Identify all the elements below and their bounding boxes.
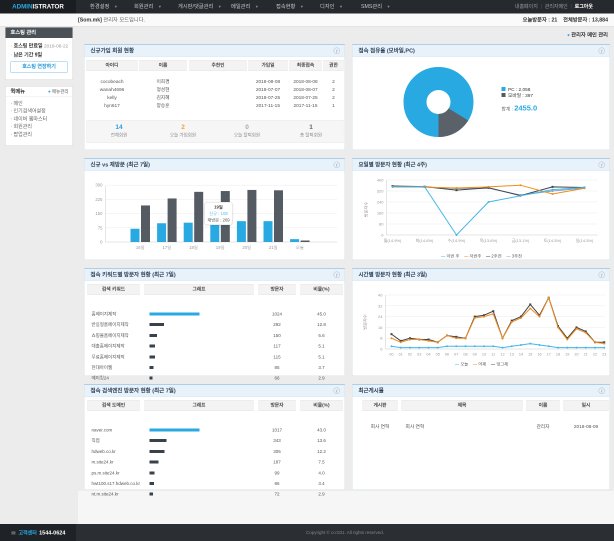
svg-text:21: 21	[584, 353, 588, 357]
svg-text:18일: 18일	[189, 244, 198, 250]
svg-text:08: 08	[463, 353, 467, 357]
svg-text:02: 02	[408, 353, 412, 357]
svg-text:400: 400	[377, 178, 384, 183]
svg-text:10: 10	[482, 353, 486, 357]
svg-text:15: 15	[528, 353, 532, 357]
svg-text:19일: 19일	[216, 244, 225, 250]
svg-text:16일: 16일	[136, 244, 145, 250]
svg-text:월(14.9%): 월(14.9%)	[384, 237, 402, 243]
svg-text:0: 0	[100, 240, 103, 245]
svg-text:16: 16	[537, 353, 541, 357]
svg-text:16: 16	[378, 325, 383, 330]
svg-text:32: 32	[378, 303, 383, 308]
svg-text:17: 17	[547, 353, 551, 357]
svg-text:40: 40	[378, 293, 383, 298]
svg-text:11: 11	[491, 353, 495, 357]
svg-text:09: 09	[473, 353, 477, 357]
svg-text:화(14.6%): 화(14.6%)	[416, 237, 434, 243]
svg-text:21일: 21일	[269, 244, 278, 250]
svg-text:8: 8	[380, 336, 383, 341]
svg-text:75: 75	[98, 225, 103, 230]
svg-text:0: 0	[381, 233, 384, 238]
svg-text:240: 240	[377, 200, 384, 205]
svg-text:160: 160	[377, 211, 384, 216]
svg-text:12: 12	[500, 353, 504, 357]
svg-text:0: 0	[380, 347, 383, 352]
svg-text:24: 24	[378, 314, 383, 319]
svg-text:토(14.5%): 토(14.5%)	[544, 238, 562, 243]
svg-text:225: 225	[95, 197, 103, 202]
svg-text:80: 80	[379, 222, 384, 227]
svg-text:22: 22	[593, 353, 597, 357]
svg-text:23: 23	[602, 353, 606, 357]
svg-text:수(14.9%): 수(14.9%)	[448, 237, 466, 243]
svg-text:오늘: 오늘	[296, 244, 304, 250]
svg-text:14: 14	[519, 353, 523, 357]
svg-text:07: 07	[454, 353, 458, 357]
svg-text:방문자수: 방문자수	[362, 314, 369, 330]
svg-text:03: 03	[417, 353, 421, 357]
svg-text:06: 06	[445, 353, 449, 357]
svg-text:05: 05	[436, 353, 440, 357]
svg-text:13: 13	[510, 353, 514, 357]
svg-text:300: 300	[95, 183, 103, 188]
svg-text:18: 18	[556, 353, 560, 357]
svg-text:금(13.1%): 금(13.1%)	[512, 238, 530, 243]
svg-text:20일: 20일	[242, 244, 251, 250]
svg-text:150: 150	[95, 211, 103, 216]
svg-text:일(14.5%): 일(14.5%)	[576, 237, 594, 243]
svg-text:20: 20	[574, 353, 578, 357]
svg-text:목(13.6%): 목(13.6%)	[480, 238, 498, 243]
svg-text:320: 320	[377, 189, 384, 194]
svg-text:17일: 17일	[163, 244, 172, 250]
svg-text:19: 19	[565, 353, 569, 357]
svg-text:00: 00	[389, 353, 393, 357]
svg-text:방문자수: 방문자수	[363, 202, 370, 218]
svg-text:01: 01	[399, 353, 403, 357]
svg-text:04: 04	[426, 353, 430, 357]
